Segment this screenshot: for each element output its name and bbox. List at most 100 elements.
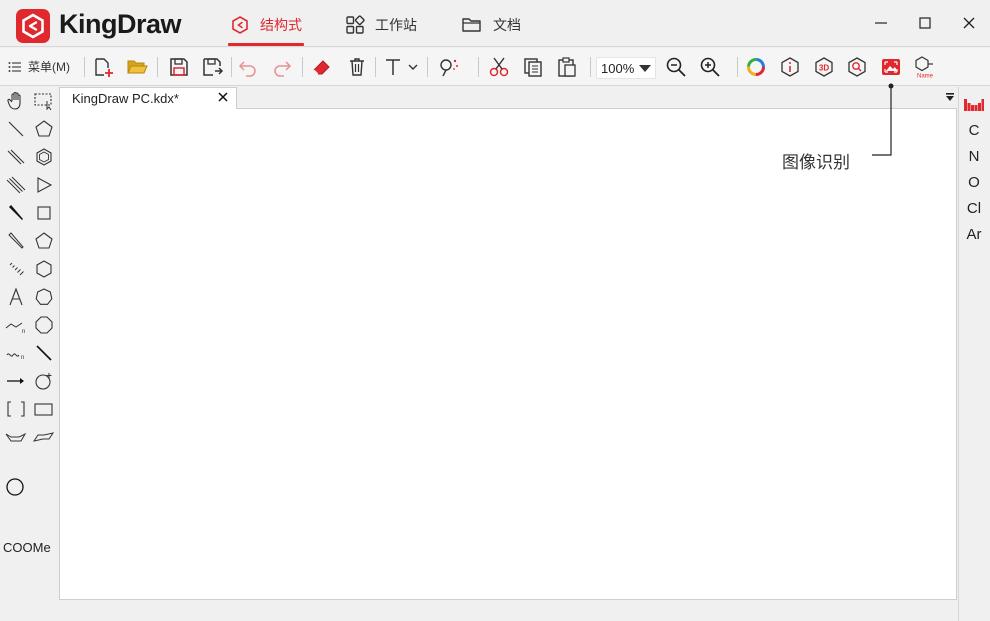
tab-workstation-label: 工作站 [375, 17, 417, 33]
arrow-tool[interactable] [4, 369, 28, 393]
svg-text:n: n [22, 329, 25, 335]
3d-button[interactable]: 3D [812, 56, 836, 78]
paste-button[interactable] [555, 56, 579, 78]
toolbar-divider [375, 57, 376, 77]
hexagon-icon [36, 260, 52, 278]
tab-structure[interactable]: 结构式 [230, 14, 302, 36]
rectangle-tool[interactable] [32, 397, 56, 421]
zoom-out-icon [666, 57, 686, 77]
triple-bond-tool[interactable] [4, 173, 28, 197]
tab-documents[interactable]: 文档 [461, 14, 521, 36]
square-icon [37, 206, 51, 220]
save-button[interactable] [167, 56, 191, 78]
cycloheptane-tool[interactable] [32, 285, 56, 309]
info-button[interactable] [778, 56, 802, 78]
wedge-bond-tool[interactable] [4, 201, 28, 225]
periodic-table-icon[interactable] [964, 97, 984, 111]
image-recognition-icon [882, 59, 900, 75]
paste-icon [558, 57, 576, 77]
name-to-structure-button[interactable]: Name [913, 56, 937, 79]
tab-workstation[interactable]: 工作站 [345, 14, 417, 36]
drawing-canvas[interactable] [59, 109, 957, 600]
zoom-select[interactable]: 100% [596, 57, 656, 79]
element-c[interactable]: C [959, 122, 989, 139]
wavy-chain-tool[interactable]: n [4, 341, 28, 365]
element-n[interactable]: N [959, 148, 989, 165]
toolbar-divider [84, 57, 85, 77]
color-button[interactable] [744, 56, 768, 78]
zoom-in-button[interactable] [698, 56, 722, 78]
text-a-icon [9, 287, 23, 306]
close-button[interactable] [957, 12, 981, 34]
octagon-icon [35, 316, 53, 334]
single-bond-tool[interactable] [4, 117, 28, 141]
chevron-down-icon [408, 64, 418, 70]
clean-structure-button[interactable] [437, 56, 461, 78]
maximize-button[interactable] [913, 12, 937, 34]
cyclopropane-tool[interactable] [32, 173, 56, 197]
minimize-button[interactable] [869, 12, 893, 34]
line-tool[interactable] [32, 341, 56, 365]
document-tab[interactable]: KingDraw PC.kdx* [59, 87, 237, 109]
eraser-button[interactable] [310, 56, 334, 78]
info-icon [781, 57, 799, 77]
pentagon-icon [35, 120, 53, 137]
triple-bond-icon [6, 176, 26, 194]
element-cl[interactable]: Cl [959, 200, 989, 217]
element-o[interactable]: O [959, 174, 989, 191]
search-structure-button[interactable] [845, 56, 869, 78]
toolbar-divider [590, 57, 591, 77]
cyclobutane-tool[interactable] [32, 201, 56, 225]
undo-button[interactable] [236, 56, 260, 78]
save-as-button[interactable] [201, 56, 225, 78]
svg-text:3D: 3D [819, 64, 829, 73]
cut-button[interactable] [487, 56, 511, 78]
cyclohexane-tool[interactable] [32, 257, 56, 281]
chair-icon [33, 432, 55, 442]
color-ring-icon [747, 58, 765, 76]
benzene-tool[interactable] [32, 145, 56, 169]
ring-conformation-tool[interactable] [4, 425, 28, 449]
copy-button[interactable] [521, 56, 545, 78]
line-icon [36, 345, 52, 361]
pentagon-tool[interactable] [32, 229, 56, 253]
circle-tool[interactable] [4, 476, 28, 500]
cyclooctane-tool[interactable] [32, 313, 56, 337]
redo-button[interactable] [270, 56, 294, 78]
title-bar: KingDraw 结构式 工作站 文档 [0, 0, 990, 47]
delete-icon [350, 58, 364, 76]
image-recognition-button[interactable] [879, 56, 903, 78]
chain-tool[interactable]: n [4, 313, 28, 337]
delete-button[interactable] [345, 56, 369, 78]
double-bond-tool[interactable] [4, 145, 28, 169]
wedge-bond-icon [9, 205, 23, 220]
open-button[interactable] [125, 56, 149, 78]
minimize-icon [875, 22, 887, 24]
cyclopentane-tool[interactable] [32, 117, 56, 141]
toolbar-divider [231, 57, 232, 77]
element-ar[interactable]: Ar [959, 226, 989, 243]
chair-conformation-tool[interactable] [32, 425, 56, 449]
orbital-tool[interactable] [32, 369, 56, 393]
dropdown-arrow-icon [639, 65, 651, 72]
hashed-bond-tool[interactable] [4, 257, 28, 281]
chain-icon: n [5, 322, 25, 335]
tab-list-menu-icon[interactable] [944, 91, 956, 103]
hollow-wedge-tool[interactable] [4, 229, 28, 253]
tab-structure-label: 结构式 [260, 17, 302, 33]
toolbar-divider [302, 57, 303, 77]
functional-group-tool[interactable]: COOMe [3, 540, 51, 555]
arrow-icon [7, 378, 24, 384]
bracket-tool[interactable] [4, 397, 28, 421]
menu-button[interactable]: 菜单(M) [8, 58, 70, 75]
new-file-button[interactable] [91, 56, 115, 78]
hand-tool[interactable] [4, 89, 28, 113]
toolbar-divider [157, 57, 158, 77]
element-panel: C N O Cl Ar [958, 87, 990, 621]
double-bond-icon [7, 149, 25, 165]
text-tool[interactable] [4, 285, 28, 309]
text-align-dropdown[interactable] [404, 56, 422, 78]
close-tab-icon[interactable] [216, 90, 230, 104]
marquee-select-tool[interactable] [32, 89, 56, 113]
zoom-out-button[interactable] [664, 56, 688, 78]
